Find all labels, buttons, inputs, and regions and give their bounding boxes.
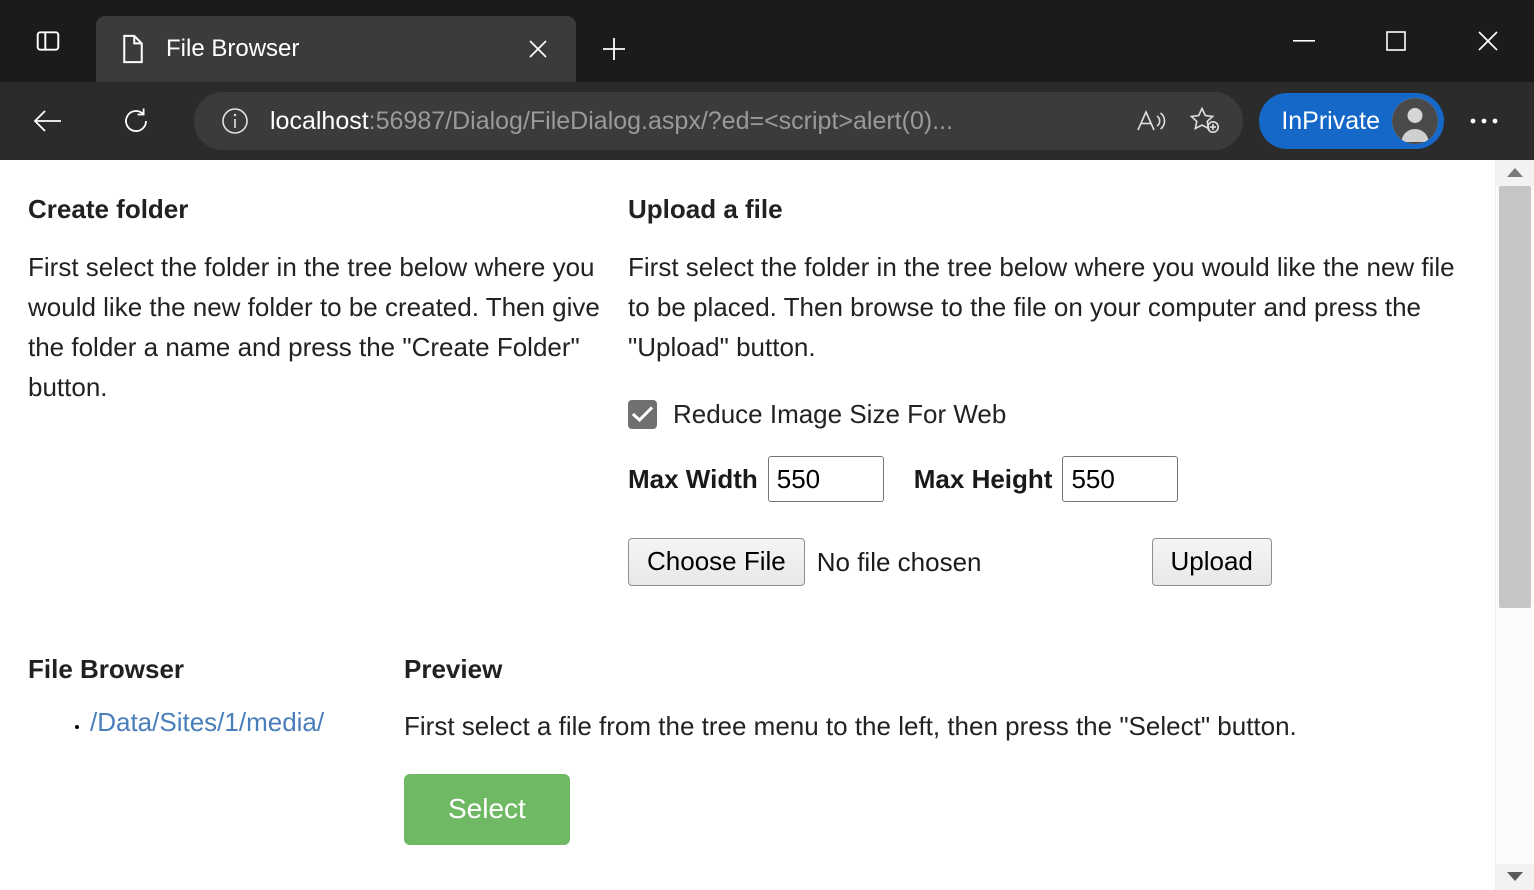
url-text[interactable]: localhost:56987/Dialog/FileDialog.aspx/?… [270,107,1121,136]
maximize-icon[interactable] [1350,0,1442,82]
reduce-image-label: Reduce Image Size For Web [673,399,1007,430]
browser-tab[interactable]: File Browser [96,16,576,82]
inprivate-profile-button[interactable]: InPrivate [1259,93,1444,149]
preview-section: Preview First select a file from the tre… [404,654,1495,846]
avatar [1392,98,1438,144]
dimensions-row: Max Width Max Height [628,456,1455,503]
window-controls [1258,0,1534,82]
browser-window: File Browser localhost:56987/Dialog/File… [0,0,1534,890]
read-aloud-icon[interactable] [1127,97,1175,145]
file-tree-link-media[interactable]: /Data/Sites/1/media/ [90,707,324,737]
upload-button[interactable]: Upload [1151,538,1272,587]
max-width-input[interactable] [767,456,884,503]
create-folder-title: Create folder [28,194,189,224]
create-folder-section: Create folder First select the folder in… [0,160,628,586]
minimize-icon[interactable] [1258,0,1350,82]
scroll-down-arrow-icon[interactable] [1496,864,1534,890]
bottom-section: File Browser /Data/Sites/1/media/ Previe… [0,654,1495,846]
browser-toolbar: localhost:56987/Dialog/FileDialog.aspx/?… [0,82,1534,160]
file-browser-title: File Browser [28,654,185,685]
scrollbar-track[interactable] [1496,186,1534,864]
max-height-input[interactable] [1062,456,1179,503]
back-arrow-icon[interactable] [22,95,74,147]
file-upload-row: Choose File No file chosen Upload [628,538,1455,587]
reduce-image-checkbox[interactable] [628,400,657,430]
split-screen-icon[interactable] [25,18,71,64]
close-window-icon[interactable] [1442,0,1534,82]
list-item: /Data/Sites/1/media/ [90,707,404,738]
upload-title: Upload a file [628,194,783,224]
create-folder-description: First select the folder in the tree belo… [28,252,600,403]
page-scrollbar[interactable] [1495,160,1534,890]
address-bar[interactable]: localhost:56987/Dialog/FileDialog.aspx/?… [194,92,1244,150]
scroll-up-arrow-icon[interactable] [1496,160,1534,186]
top-section: Create folder First select the folder in… [0,160,1495,587]
inprivate-label: InPrivate [1281,106,1380,135]
site-info-icon[interactable] [214,100,256,142]
file-dialog-page: Create folder First select the folder in… [0,160,1495,890]
close-tab-icon[interactable] [518,29,558,69]
max-width-label: Max Width [628,463,758,494]
tab-strip: File Browser [0,0,1534,82]
choose-file-button[interactable]: Choose File [628,538,805,587]
file-browser-section: File Browser /Data/Sites/1/media/ [0,654,404,845]
settings-and-more-icon[interactable] [1456,93,1512,149]
add-favorite-icon[interactable] [1181,97,1229,145]
reload-icon[interactable] [110,95,162,147]
reduce-image-row: Reduce Image Size For Web [628,399,1455,430]
no-file-chosen-text: No file chosen [816,546,982,577]
tab-title: File Browser [166,35,300,62]
new-tab-button[interactable] [586,21,642,77]
url-host: localhost [270,106,369,135]
url-path: :56987/Dialog/FileDialog.aspx/?ed=<scrip… [368,106,954,135]
scrollbar-thumb[interactable] [1499,186,1531,608]
upload-button-wrapper: Upload [1151,538,1272,587]
document-icon [118,34,148,64]
page-viewport: Create folder First select the folder in… [0,160,1534,890]
max-height-label: Max Height [913,463,1053,494]
tabstrip-left-region [0,0,96,82]
preview-title: Preview [404,654,503,685]
select-button[interactable]: Select [404,774,570,846]
file-tree: /Data/Sites/1/media/ [28,707,404,738]
upload-file-section: Upload a file First select the folder in… [628,160,1495,587]
preview-description: First select a file from the tree menu t… [404,711,1297,742]
upload-description: First select the folder in the tree belo… [628,252,1455,363]
